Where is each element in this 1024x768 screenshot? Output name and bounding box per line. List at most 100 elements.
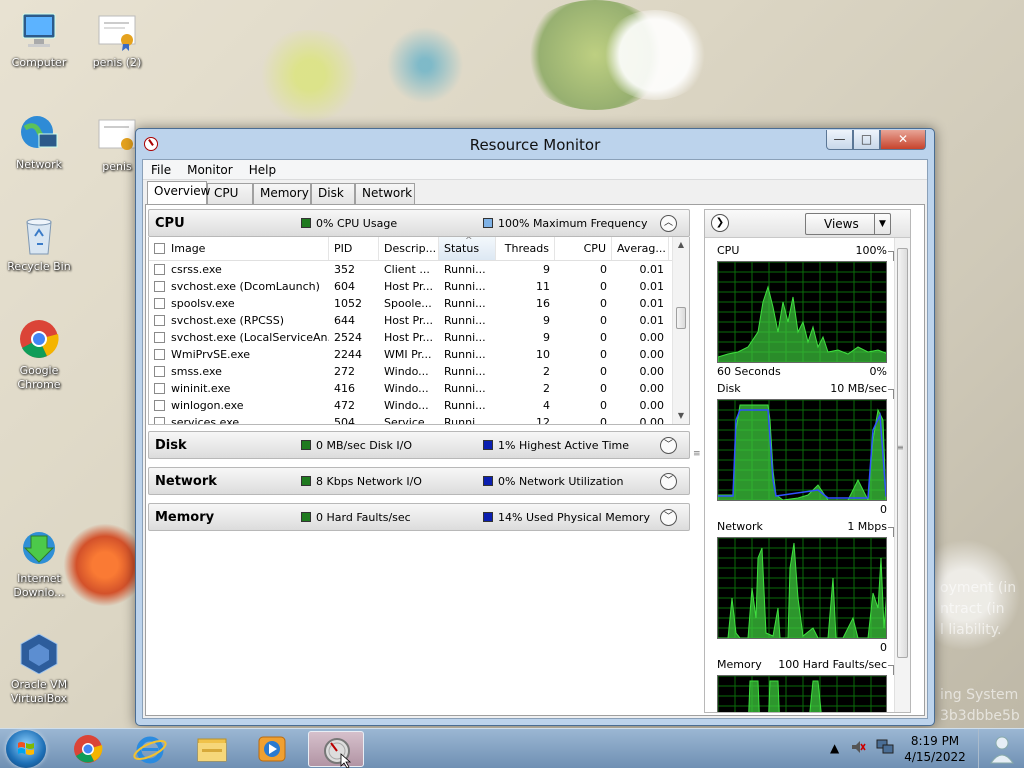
table-row[interactable]: svchost.exe (RPCSS) 644 Host Pr... Runni...… (149, 312, 689, 329)
table-row[interactable]: wininit.exe 416 Windo... Runni... 2 0 0.00 (149, 380, 689, 397)
process-table: Image PID Descrip... Status Threads CPU … (148, 237, 690, 425)
table-row[interactable]: smss.exe 272 Windo... Runni... 2 0 0.00 (149, 363, 689, 380)
column-description[interactable]: Descrip... (379, 237, 439, 260)
table-row[interactable]: spoolsv.exe 1052 Spoole... Runni... 16 0 0.01 (149, 295, 689, 312)
taskbar-file-explorer[interactable] (184, 731, 240, 767)
scroll-up-icon[interactable]: ▲ (673, 237, 689, 253)
resource-monitor-window: Resource Monitor — □ ✕ File Monitor Help… (135, 128, 935, 726)
row-checkbox[interactable] (154, 281, 165, 292)
internet-explorer-icon (133, 736, 167, 764)
row-checkbox[interactable] (154, 366, 165, 377)
graph-min: 0 (880, 503, 887, 516)
menu-file[interactable]: File (143, 163, 179, 177)
scroll-down-icon[interactable]: ▼ (673, 408, 689, 424)
tab-memory[interactable]: Memory (253, 183, 311, 204)
graphs-toolbar: ❯ Views ▼ (705, 210, 910, 238)
table-row[interactable]: svchost.exe (LocalServiceAn... 2524 Host P… (149, 329, 689, 346)
title-bar[interactable]: Resource Monitor — □ ✕ (136, 129, 934, 159)
volume-muted-icon[interactable] (850, 739, 866, 758)
scroll-thumb[interactable] (676, 307, 686, 329)
expand-chevron-icon[interactable]: ﹀ (660, 473, 677, 490)
maximize-button[interactable]: □ (853, 130, 880, 150)
cell-cpu: 0 (600, 280, 607, 293)
section-title: Disk (155, 438, 187, 453)
show-hidden-icons-arrow[interactable]: ▲ (830, 741, 839, 755)
cell-average-cpu: 0.00 (639, 399, 665, 412)
cell-average-cpu: 0.00 (639, 416, 665, 425)
row-checkbox[interactable] (154, 315, 165, 326)
column-status[interactable]: Status (439, 237, 496, 260)
memory-graph (717, 675, 887, 712)
desktop-icon-label: Network (16, 158, 62, 171)
collapse-chevron-icon[interactable]: ︿ (660, 215, 677, 232)
tab-disk[interactable]: Disk (311, 183, 355, 204)
column-pid[interactable]: PID (329, 237, 379, 260)
column-threads[interactable]: Threads (496, 237, 555, 260)
close-button[interactable]: ✕ (880, 130, 926, 150)
row-checkbox[interactable] (154, 298, 165, 309)
table-row[interactable]: WmiPrvSE.exe 2244 WMI Pr... Runni... 10 0 0.00 (149, 346, 689, 363)
graph-max: 100% (855, 244, 887, 257)
cell-threads: 4 (543, 399, 550, 412)
show-desktop-button[interactable] (978, 729, 1024, 768)
desktop-icon-computer[interactable]: Computer (4, 10, 74, 70)
views-dropdown[interactable]: Views ▼ (805, 213, 891, 235)
graphs-scrollbar[interactable]: ≡ (894, 238, 910, 712)
table-row[interactable]: services.exe 504 Service... Runni... 12 0 0.00 (149, 414, 689, 425)
physical-memory-indicator: 14% Used Physical Memory (483, 511, 650, 524)
taskbar-internet-explorer[interactable] (122, 731, 178, 767)
tab-strip: Overview CPU Memory Disk Network (143, 180, 927, 204)
scroll-thumb[interactable] (897, 248, 908, 658)
taskbar-media-player[interactable] (244, 731, 300, 767)
cell-text: spoolsv.exe (171, 297, 235, 310)
desktop-icon-virtualbox[interactable]: Oracle VM VirtualBox (4, 632, 74, 706)
tab-overview[interactable]: Overview (147, 181, 211, 204)
cell-image: smss.exe (149, 363, 329, 380)
network-section-header[interactable]: Network 8 Kbps Network I/O 0% Network Ut… (148, 467, 690, 495)
select-all-checkbox[interactable] (154, 243, 165, 254)
taskbar-resource-monitor[interactable] (308, 731, 364, 768)
cell-average-cpu: 0.01 (639, 280, 665, 293)
row-checkbox[interactable] (154, 383, 165, 394)
expand-chevron-icon[interactable]: ﹀ (660, 437, 677, 454)
row-checkbox[interactable] (154, 332, 165, 343)
expand-chevron-icon[interactable]: ﹀ (660, 509, 677, 526)
certificate-icon (95, 10, 139, 52)
network-tray-icon[interactable] (876, 739, 894, 758)
row-checkbox[interactable] (154, 264, 165, 275)
column-image[interactable]: Image (149, 237, 329, 260)
column-average-cpu[interactable]: Averag... (612, 237, 669, 260)
pane-splitter[interactable]: ≡ (692, 209, 701, 713)
row-checkbox[interactable] (154, 400, 165, 411)
desktop-icon-network[interactable]: Network (4, 112, 74, 172)
disk-graph (717, 399, 887, 501)
menu-help[interactable]: Help (241, 163, 284, 177)
max-frequency-indicator: 100% Maximum Frequency (483, 217, 647, 230)
cell-text: svchost.exe (DcomLaunch) (171, 280, 320, 293)
tab-cpu[interactable]: CPU (207, 183, 253, 204)
cpu-section-header[interactable]: CPU 0% CPU Usage 100% Maximum Frequency … (148, 209, 690, 237)
cell-threads: 12 (536, 416, 550, 425)
process-table-scrollbar[interactable]: ▲ ▼ (672, 237, 689, 424)
column-cpu[interactable]: CPU (555, 237, 612, 260)
table-row[interactable]: winlogon.exe 472 Windo... Runni... 4 0 0.00 (149, 397, 689, 414)
memory-section-header[interactable]: Memory 0 Hard Faults/sec 14% Used Physic… (148, 503, 690, 531)
disk-section-header[interactable]: Disk 0 MB/sec Disk I/O 1% Highest Active… (148, 431, 690, 459)
network-globe-icon (17, 112, 61, 154)
desktop-icon-chrome[interactable]: Google Chrome (4, 318, 74, 392)
row-checkbox[interactable] (154, 349, 165, 360)
row-checkbox[interactable] (154, 417, 165, 424)
tab-network[interactable]: Network (355, 183, 415, 204)
menu-monitor[interactable]: Monitor (179, 163, 241, 177)
table-row[interactable]: svchost.exe (DcomLaunch) 604 Host Pr... Run… (149, 278, 689, 295)
minimize-button[interactable]: — (826, 130, 853, 150)
green-square-icon (301, 218, 311, 228)
collapse-pane-arrow-icon[interactable]: ❯ (711, 214, 729, 232)
start-button[interactable] (6, 730, 46, 768)
taskbar-clock[interactable]: 8:19 PM 4/15/2022 (895, 733, 975, 765)
table-row[interactable]: csrss.exe 352 Client ... Runni... 9 0 0.01 (149, 261, 689, 278)
desktop-icon-internet-download[interactable]: Internet Downlo... (4, 526, 74, 600)
desktop-icon-file[interactable]: penis (2) (82, 10, 152, 70)
taskbar-chrome[interactable] (60, 731, 116, 767)
desktop-icon-recycle-bin[interactable]: Recycle Bin (4, 214, 74, 274)
